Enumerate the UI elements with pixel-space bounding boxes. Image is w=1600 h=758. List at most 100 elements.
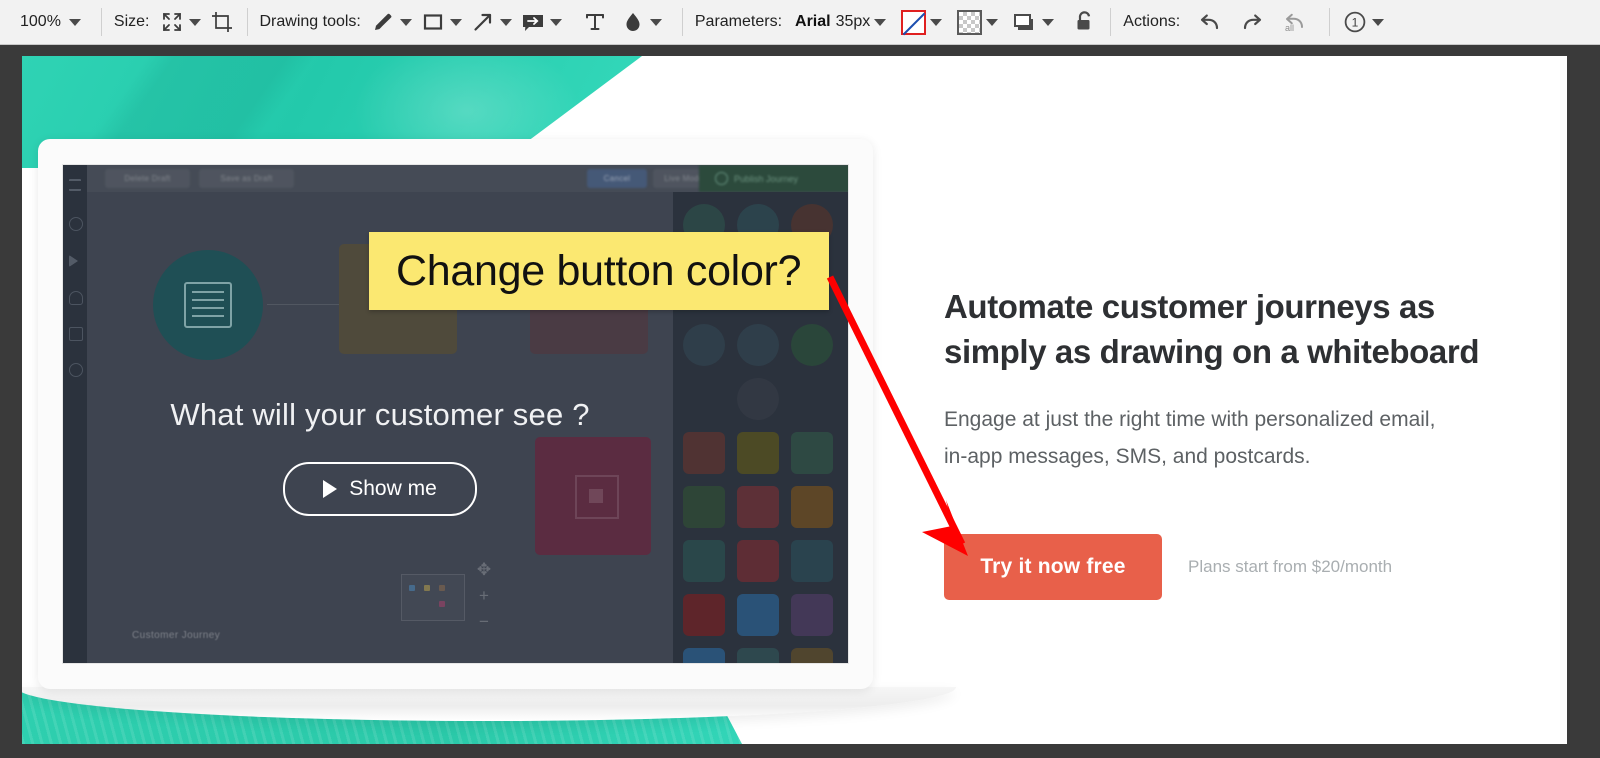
- fill-color-caret-icon[interactable]: [986, 18, 999, 26]
- image-icon: [69, 327, 83, 341]
- resize-icon[interactable]: [159, 7, 185, 37]
- toolbar-divider: [246, 8, 248, 36]
- undo-button[interactable]: [1197, 7, 1223, 37]
- redo-button[interactable]: [1239, 7, 1265, 37]
- fill-color-swatch[interactable]: [956, 7, 982, 37]
- block-tile[interactable]: [683, 486, 725, 528]
- block-tile[interactable]: [791, 432, 833, 474]
- stroke-color-swatch[interactable]: [900, 7, 926, 37]
- font-picker-button[interactable]: Arial 35px: [795, 7, 870, 37]
- callout-tool-icon[interactable]: [520, 7, 546, 37]
- show-me-label: Show me: [349, 477, 437, 500]
- laptop-mockup: Delete Draft Save as Draft Cancel Live M…: [22, 139, 956, 721]
- canvas-minimap[interactable]: [401, 574, 465, 621]
- crop-icon[interactable]: [209, 7, 235, 37]
- panel-row: [683, 648, 838, 663]
- screen-headline: What will your customer see ?: [170, 397, 590, 432]
- block-tile[interactable]: [737, 648, 779, 663]
- block-tile[interactable]: [791, 648, 833, 663]
- toolbar-divider: [100, 8, 102, 36]
- shadow-style-caret-icon[interactable]: [1042, 18, 1055, 26]
- callout-dropdown-caret-icon[interactable]: [549, 18, 562, 26]
- block-tile[interactable]: [683, 432, 725, 474]
- block-circle[interactable]: [737, 324, 779, 366]
- block-tile[interactable]: [683, 648, 725, 663]
- step-counter-button[interactable]: 1: [1342, 7, 1368, 37]
- marketing-copy: Automate customer journeys as simply as …: [944, 284, 1554, 475]
- publish-journey-button[interactable]: Publish Journey: [699, 165, 848, 192]
- send-icon: [69, 255, 78, 267]
- font-dropdown-caret-icon[interactable]: [874, 18, 887, 26]
- block-circle[interactable]: [683, 324, 725, 366]
- undo-all-button[interactable]: all: [1281, 7, 1309, 37]
- highlight-annotation[interactable]: Change button color?: [369, 232, 829, 310]
- user-icon: [69, 291, 83, 305]
- zoom-level-button[interactable]: 100%: [10, 7, 65, 37]
- laptop-base: [22, 687, 956, 721]
- app-topbar: Delete Draft Save as Draft Cancel Live M…: [87, 165, 848, 192]
- arrow-tool-icon[interactable]: [470, 7, 496, 37]
- block-tile[interactable]: [737, 540, 779, 582]
- text-tool-icon[interactable]: [582, 7, 608, 37]
- publish-journey-label: Publish Journey: [734, 173, 799, 184]
- block-circle[interactable]: [737, 378, 779, 420]
- blur-dropdown-caret-icon[interactable]: [649, 18, 662, 26]
- block-tile[interactable]: [737, 432, 779, 474]
- rectangle-dropdown-caret-icon[interactable]: [449, 18, 462, 26]
- journey-node-magenta: [535, 437, 651, 555]
- canvas-zoom-controls[interactable]: ✥ + −: [473, 557, 495, 635]
- arrow-dropdown-caret-icon[interactable]: [499, 18, 512, 26]
- journey-footer-label: Customer Journey: [132, 630, 221, 641]
- document-icon: [184, 282, 232, 328]
- block-tile[interactable]: [791, 594, 833, 636]
- pencil-dropdown-caret-icon[interactable]: [399, 18, 412, 26]
- blur-tool-icon[interactable]: [620, 7, 646, 37]
- zoom-in-icon[interactable]: +: [473, 583, 495, 609]
- block-tile[interactable]: [683, 594, 725, 636]
- settings-icon: [69, 363, 83, 377]
- fill-transparent-icon: [956, 9, 982, 35]
- minimap-dot: [439, 585, 445, 591]
- panel-row: [683, 594, 838, 636]
- toolbar-divider: [681, 8, 683, 36]
- journey-node-entry: [153, 250, 263, 360]
- minimap-dot: [439, 601, 445, 607]
- plans-note: Plans start from $20/month: [1188, 557, 1393, 576]
- block-circle[interactable]: [791, 324, 833, 366]
- step-counter-caret-icon[interactable]: [1372, 18, 1385, 26]
- image-canvas[interactable]: Delete Draft Save as Draft Cancel Live M…: [22, 56, 1567, 744]
- app-chip-cancel[interactable]: Cancel: [587, 169, 647, 188]
- minimap-dot: [409, 585, 415, 591]
- app-chip-save-draft[interactable]: Save as Draft: [199, 169, 294, 188]
- try-it-now-free-button[interactable]: Try it now free: [944, 534, 1162, 600]
- zoom-out-icon[interactable]: −: [473, 609, 495, 635]
- toolbar-divider: [1110, 8, 1112, 36]
- stroke-color-caret-icon[interactable]: [930, 18, 943, 26]
- size-label: Size:: [113, 13, 150, 30]
- block-tile[interactable]: [791, 486, 833, 528]
- size-dropdown-caret-icon[interactable]: [188, 18, 201, 26]
- editor-toolbar: 100% Size: Drawing tools: Parameters: Ar…: [0, 0, 1600, 45]
- svg-text:all: all: [1285, 23, 1294, 33]
- pencil-tool-icon[interactable]: [370, 7, 396, 37]
- lock-icon[interactable]: [1072, 7, 1098, 37]
- stroke-color-icon: [900, 9, 926, 35]
- panel-row: [683, 324, 838, 366]
- headline-line-2: simply as drawing on a whiteboard: [944, 333, 1480, 371]
- journey-connector: [267, 304, 339, 305]
- panel-row: [683, 432, 838, 474]
- zoom-dropdown-caret-icon[interactable]: [68, 18, 81, 26]
- block-tile[interactable]: [791, 540, 833, 582]
- block-tile[interactable]: [683, 540, 725, 582]
- pan-icon[interactable]: ✥: [473, 557, 495, 583]
- block-tile[interactable]: [737, 486, 779, 528]
- rectangle-tool-icon[interactable]: [420, 7, 446, 37]
- shadow-style-button[interactable]: [1012, 7, 1038, 37]
- block-tile[interactable]: [737, 594, 779, 636]
- show-me-button[interactable]: Show me: [283, 462, 477, 516]
- marketing-headline: Automate customer journeys as simply as …: [944, 284, 1554, 374]
- laptop-body: Delete Draft Save as Draft Cancel Live M…: [38, 139, 873, 689]
- panel-row: [683, 378, 838, 420]
- app-chip-delete-draft[interactable]: Delete Draft: [105, 169, 190, 188]
